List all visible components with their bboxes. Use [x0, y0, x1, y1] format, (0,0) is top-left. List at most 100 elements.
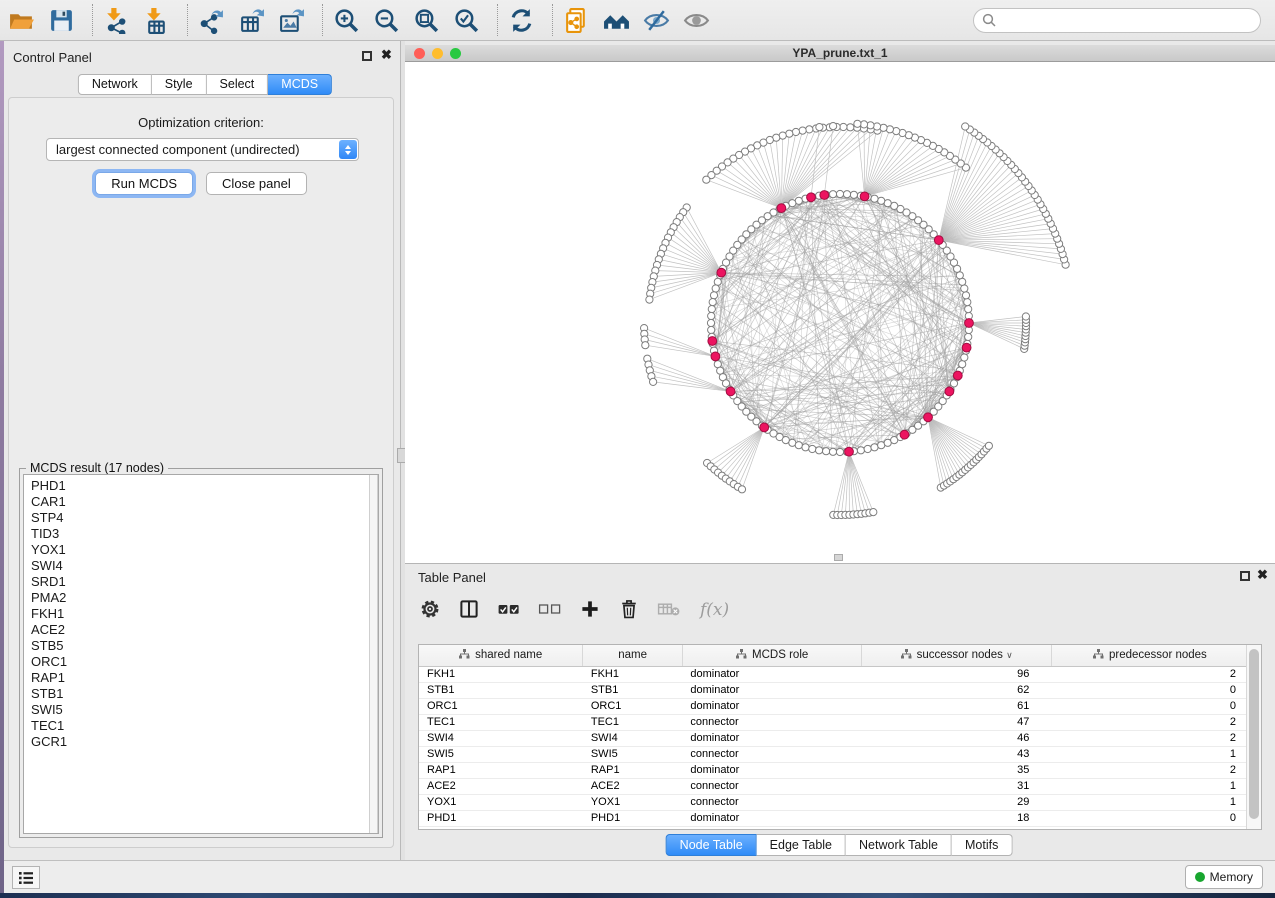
cell-predecessor-nodes[interactable]: 0 [1051, 698, 1248, 714]
cell-predecessor-nodes[interactable]: 1 [1051, 746, 1248, 762]
column-header[interactable]: MCDS role [682, 645, 862, 666]
mcds-result-item[interactable]: FKH1 [31, 606, 378, 622]
cell-name[interactable]: YOX1 [583, 794, 683, 810]
export-image-icon[interactable] [278, 7, 305, 34]
mcds-result-item[interactable]: SRD1 [31, 574, 378, 590]
tab-network[interactable]: Network [78, 74, 152, 95]
column-header[interactable]: shared name [419, 645, 583, 666]
show-all-icon[interactable] [683, 7, 710, 34]
cell-successor-nodes[interactable]: 29 [862, 794, 1051, 810]
close-panel-button[interactable]: Close panel [206, 172, 307, 195]
table-row[interactable]: STB1STB1dominator620 [419, 682, 1248, 698]
table-row[interactable]: RAP1RAP1dominator352 [419, 762, 1248, 778]
save-icon[interactable] [48, 7, 75, 34]
cell-predecessor-nodes[interactable]: 1 [1051, 794, 1248, 810]
cell-predecessor-nodes[interactable]: 2 [1051, 730, 1248, 746]
cell-shared-name[interactable]: FKH1 [419, 666, 583, 682]
cell-shared-name[interactable]: ACE2 [419, 778, 583, 794]
cell-predecessor-nodes[interactable]: 2 [1051, 762, 1248, 778]
table-panel-close-icon[interactable]: ✖ [1257, 568, 1268, 582]
cell-shared-name[interactable]: YOX1 [419, 794, 583, 810]
mcds-result-item[interactable]: STB1 [31, 686, 378, 702]
optimization-criterion-select[interactable]: largest connected component (undirected) [46, 138, 359, 161]
mcds-result-item[interactable]: RAP1 [31, 670, 378, 686]
control-panel-close-icon[interactable]: ✖ [381, 48, 392, 62]
cell-name[interactable]: ACE2 [583, 778, 683, 794]
cell-mcds-role[interactable]: connector [682, 794, 862, 810]
cell-shared-name[interactable]: SWI4 [419, 730, 583, 746]
cell-name[interactable]: FKH1 [583, 666, 683, 682]
table-scrollbar[interactable] [1246, 645, 1261, 829]
new-network-from-selection-icon[interactable] [563, 7, 590, 34]
tab-edge-table[interactable]: Edge Table [757, 834, 846, 856]
zoom-out-icon[interactable] [373, 7, 400, 34]
cell-name[interactable]: RAP1 [583, 762, 683, 778]
cell-mcds-role[interactable]: connector [682, 714, 862, 730]
cell-shared-name[interactable]: STB1 [419, 682, 583, 698]
canvas-resize-grip[interactable] [834, 554, 843, 561]
show-columns-icon[interactable] [458, 598, 480, 620]
mcds-result-item[interactable]: TID3 [31, 526, 378, 542]
mcds-result-item[interactable]: ACE2 [31, 622, 378, 638]
table-row[interactable]: YOX1YOX1connector291 [419, 794, 1248, 810]
table-row[interactable]: ORC1ORC1dominator610 [419, 698, 1248, 714]
import-table-icon[interactable] [143, 7, 170, 34]
column-header[interactable]: name [583, 645, 683, 666]
first-neighbors-icon[interactable] [603, 7, 630, 34]
table-scrollbar-thumb[interactable] [1249, 649, 1259, 819]
cell-shared-name[interactable]: ORC1 [419, 698, 583, 714]
select-all-columns-icon[interactable] [497, 600, 521, 618]
cell-shared-name[interactable]: RAP1 [419, 762, 583, 778]
cell-successor-nodes[interactable]: 35 [862, 762, 1051, 778]
network-canvas[interactable] [405, 62, 1275, 563]
cell-mcds-role[interactable]: dominator [682, 698, 862, 714]
cell-predecessor-nodes[interactable]: 2 [1051, 714, 1248, 730]
tab-network-table[interactable]: Network Table [846, 834, 952, 856]
task-history-button[interactable] [12, 866, 40, 889]
mcds-result-item[interactable]: SWI4 [31, 558, 378, 574]
cell-name[interactable]: PHD1 [583, 810, 683, 826]
cell-mcds-role[interactable]: connector [682, 778, 862, 794]
cell-name[interactable]: TEC1 [583, 714, 683, 730]
table-panel-float-icon[interactable] [1240, 571, 1250, 581]
tab-style[interactable]: Style [152, 74, 207, 95]
mcds-result-list[interactable]: PHD1CAR1STP4TID3YOX1SWI4SRD1PMA2FKH1ACE2… [23, 474, 379, 834]
import-network-icon[interactable] [103, 7, 130, 34]
mcds-result-item[interactable]: SWI5 [31, 702, 378, 718]
table-row[interactable]: TEC1TEC1connector472 [419, 714, 1248, 730]
table-row[interactable]: FKH1FKH1dominator962 [419, 666, 1248, 682]
cell-mcds-role[interactable]: dominator [682, 682, 862, 698]
create-column-icon[interactable] [579, 598, 601, 620]
control-panel-float-icon[interactable] [362, 51, 372, 61]
cell-predecessor-nodes[interactable]: 1 [1051, 778, 1248, 794]
export-network-icon[interactable] [198, 7, 225, 34]
cell-shared-name[interactable]: SWI5 [419, 746, 583, 762]
cell-successor-nodes[interactable]: 61 [862, 698, 1051, 714]
cell-mcds-role[interactable]: dominator [682, 730, 862, 746]
table-row[interactable]: PHD1PHD1dominator180 [419, 810, 1248, 826]
mcds-result-item[interactable]: CAR1 [31, 494, 378, 510]
cell-successor-nodes[interactable]: 31 [862, 778, 1051, 794]
cell-predecessor-nodes[interactable]: 0 [1051, 810, 1248, 826]
mcds-result-item[interactable]: STP4 [31, 510, 378, 526]
mcds-result-item[interactable]: ORC1 [31, 654, 378, 670]
delete-column-icon[interactable] [618, 598, 640, 620]
table-row[interactable]: ACE2ACE2connector311 [419, 778, 1248, 794]
deselect-all-columns-icon[interactable] [538, 600, 562, 618]
zoom-fit-icon[interactable] [413, 7, 440, 34]
cell-name[interactable]: SWI4 [583, 730, 683, 746]
mcds-result-item[interactable]: PHD1 [31, 478, 378, 494]
cell-mcds-role[interactable]: dominator [682, 666, 862, 682]
zoom-in-icon[interactable] [333, 7, 360, 34]
cell-successor-nodes[interactable]: 46 [862, 730, 1051, 746]
export-table-icon[interactable] [238, 7, 265, 34]
cell-shared-name[interactable]: TEC1 [419, 714, 583, 730]
cell-name[interactable]: STB1 [583, 682, 683, 698]
mcds-result-scrollbar[interactable] [369, 475, 378, 833]
cell-name[interactable]: SWI5 [583, 746, 683, 762]
column-header[interactable]: predecessor nodes [1051, 645, 1248, 666]
open-file-icon[interactable] [8, 7, 35, 34]
mcds-result-item[interactable]: GCR1 [31, 734, 378, 750]
apply-layout-refresh-icon[interactable] [508, 7, 535, 34]
cell-successor-nodes[interactable]: 47 [862, 714, 1051, 730]
